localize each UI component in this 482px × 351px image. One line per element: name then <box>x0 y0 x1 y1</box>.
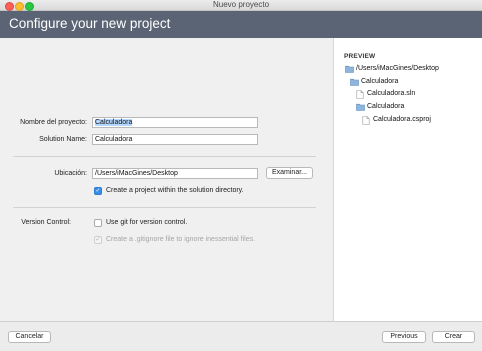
preview-title: PREVIEW <box>344 53 376 60</box>
project-name-label: Nombre del proyecto: <box>20 119 87 126</box>
version-control-label: Version Control: <box>21 219 71 226</box>
minimize-window-button[interactable] <box>15 1 24 11</box>
gitignore-checkbox: ✓ <box>94 236 102 244</box>
gitignore-label: Create a .gitignore file to ignore iness… <box>106 236 256 243</box>
cancel-button[interactable]: Cancelar <box>8 331 51 343</box>
use-git-checkbox[interactable] <box>94 219 102 227</box>
create-button[interactable]: Crear <box>432 331 475 343</box>
location-label: Ubicación: <box>54 170 87 177</box>
separator <box>13 207 316 208</box>
project-name-value: Calculadora <box>95 119 133 126</box>
folder-icon <box>356 103 365 111</box>
create-within-label: Create a project within the solution dir… <box>106 187 244 194</box>
footer-bar: Cancelar Previous Crear <box>0 321 482 351</box>
checkmark-icon: ✓ <box>95 188 101 194</box>
file-icon <box>362 116 370 125</box>
separator <box>13 156 316 157</box>
previous-button[interactable]: Previous <box>382 331 426 343</box>
location-input[interactable]: /Users/iMacGines/Desktop <box>92 168 258 179</box>
checkmark-icon: ✓ <box>95 237 101 243</box>
create-within-checkbox[interactable]: ✓ <box>94 187 102 195</box>
folder-icon <box>350 78 359 86</box>
close-window-button[interactable] <box>5 1 14 11</box>
file-icon <box>356 90 364 99</box>
window-title: Nuevo proyecto <box>212 0 270 9</box>
window-titlebar: Nuevo proyecto <box>0 0 482 11</box>
preview-panel: PREVIEW /Users/iMacGines/Desktop Calcula… <box>333 38 482 321</box>
solution-name-input[interactable]: Calculadora <box>92 134 258 145</box>
folder-icon <box>345 65 354 73</box>
page-header: Configure your new project <box>0 11 482 38</box>
browse-button[interactable]: Examinar... <box>266 167 313 179</box>
page-title: Configure your new project <box>9 16 171 31</box>
zoom-window-button[interactable] <box>25 1 34 11</box>
use-git-label: Use git for version control. <box>106 219 188 226</box>
solution-name-label: Solution Name: <box>39 136 87 143</box>
project-name-input[interactable]: Calculadora <box>92 117 258 128</box>
project-form: Nombre del proyecto: Calculadora Solutio… <box>0 38 333 321</box>
